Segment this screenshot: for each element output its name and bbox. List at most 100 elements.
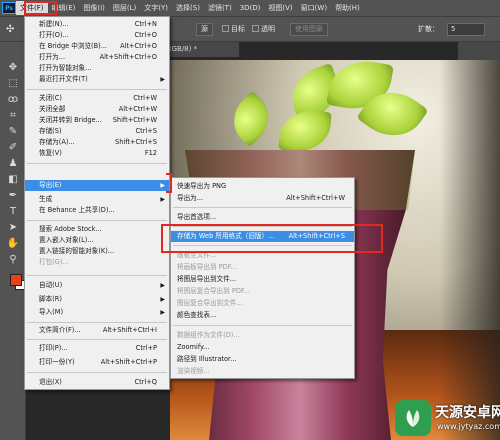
patch-tool-icon[interactable]: ✣ — [6, 23, 14, 36]
menu-item-scripts[interactable]: 脚本(R) ▶ — [25, 294, 169, 305]
document-tab[interactable]: (RGB/8) * — [160, 42, 240, 57]
submenu-arrow-icon: ▶ — [160, 196, 165, 203]
menu-item-close-go-bridge[interactable]: 关闭并转到 Bridge... Shift+Ctrl+W — [25, 115, 169, 126]
menu-item-layers-to-files[interactable]: 将图层导出到文件... — [171, 274, 354, 285]
photo-leaf — [278, 107, 332, 155]
watermark: 天源安卓网 www.jytyaz.com — [395, 398, 500, 440]
menu-filter[interactable]: 滤镜(T) — [204, 1, 236, 15]
submenu-arrow-icon: ▶ — [160, 182, 165, 189]
photo-shadow — [440, 60, 500, 440]
spread-label: 扩散： — [418, 25, 439, 33]
menu-item-open[interactable]: 打开(O)... Ctrl+O — [25, 30, 169, 41]
submenu-arrow-icon: ▶ — [160, 76, 165, 83]
menu-item-browse-bridge[interactable]: 在 Bridge 中浏览(B)... Alt+Ctrl+O — [25, 41, 169, 52]
menu-item-revert[interactable]: 恢复(V) F12 — [25, 148, 169, 159]
menu-item-save-as[interactable]: 存储为(A)... Shift+Ctrl+S — [25, 137, 169, 148]
menu-item-file-info[interactable]: 文件简介(F)... Alt+Shift+Ctrl+I — [25, 325, 169, 336]
submenu-arrow-icon: ▶ — [160, 282, 165, 289]
target-label: 目标 — [231, 25, 245, 33]
tab-bar-strip — [458, 42, 500, 60]
pen-tool-icon[interactable]: ✒ — [5, 188, 21, 202]
hand-tool-icon[interactable]: ✋ — [5, 236, 21, 250]
type-tool-icon[interactable]: T — [5, 204, 21, 218]
menu-item-place-linked[interactable]: 置入链接的智能对象(K)... — [25, 246, 169, 257]
transparent-option[interactable]: 透明 — [252, 23, 275, 36]
menu-item-search-stock[interactable]: 搜索 Adobe Stock... — [25, 224, 169, 235]
menu-item-save[interactable]: 存储(S) Ctrl+S — [25, 126, 169, 137]
transparent-checkbox[interactable] — [252, 25, 259, 32]
lasso-tool-icon[interactable]: ꝏ — [5, 92, 21, 106]
menu-item-print-one[interactable]: 打印一份(Y) Alt+Shift+Ctrl+P — [25, 357, 169, 368]
spread-select[interactable]: 5 — [447, 23, 485, 36]
menu-3d[interactable]: 3D(D) — [236, 1, 265, 15]
menu-help[interactable]: 帮助(H) — [331, 1, 364, 15]
menu-item-import[interactable]: 导入(M) ▶ — [25, 307, 169, 318]
menu-separator — [27, 163, 167, 164]
menu-item-open-smart-object[interactable]: 打开为智能对象... — [25, 63, 169, 74]
file-menu: 新建(N)... Ctrl+N 打开(O)... Ctrl+O 在 Bridge 中… — [24, 16, 170, 390]
file-menu-highlight-box — [24, 1, 57, 15]
source-button[interactable]: 源 — [196, 23, 213, 36]
menu-item-generate[interactable]: 生成 ▶ — [25, 194, 169, 205]
menu-item-share-behance[interactable]: 在 Behance 上共享(D)... — [25, 205, 169, 216]
menu-item-close[interactable]: 关闭(C) Ctrl+W — [25, 93, 169, 104]
menu-view[interactable]: 视图(V) — [264, 1, 296, 15]
watermark-title: 天源安卓网 — [435, 405, 500, 421]
export-highlight-box — [166, 173, 172, 193]
save-for-web-highlight-box — [161, 224, 383, 253]
menu-item-zoomify[interactable]: Zoomify... — [171, 342, 354, 353]
menu-item-automate[interactable]: 自动(U) ▶ — [25, 280, 169, 291]
brush-tool-icon[interactable]: ✐ — [5, 140, 21, 154]
transparent-label: 透明 — [261, 25, 275, 33]
menu-separator — [173, 207, 352, 208]
crop-tool-icon[interactable]: ⌗ — [5, 108, 21, 122]
export-submenu: 快速导出为 PNG 导出为... Alt+Shift+Ctrl+W 导出首选项..… — [170, 177, 355, 379]
menu-separator — [27, 322, 167, 323]
menu-item-layer-comps-to-pdf: 将图层复合导出到 PDF... — [177, 287, 250, 295]
target-radio[interactable] — [222, 25, 229, 32]
path-selection-tool-icon[interactable]: ➤ — [5, 220, 21, 234]
move-tool-icon[interactable]: ✥ — [5, 60, 21, 74]
menu-item-package: 打包(G)... — [39, 258, 69, 266]
stamp-tool-icon[interactable]: ♟ — [5, 156, 21, 170]
menu-item-recent[interactable]: 最近打开文件(T) ▶ — [25, 74, 169, 85]
photoshop-logo: Ps — [2, 2, 16, 14]
menu-item-paths-to-illustrator[interactable]: 路径到 Illustrator... — [171, 354, 354, 365]
marquee-tool-icon[interactable]: ⬚ — [5, 76, 21, 90]
foreground-color-swatch[interactable] — [10, 274, 22, 286]
menu-type[interactable]: 文字(Y) — [140, 1, 172, 15]
submenu-arrow-icon: ▶ — [160, 296, 165, 303]
menu-item-render-video: 渲染视频... — [177, 367, 210, 375]
watermark-logo-icon — [395, 400, 431, 436]
menu-separator — [27, 339, 167, 340]
menu-window[interactable]: 窗口(W) — [297, 1, 331, 15]
zoom-tool-icon[interactable]: ⚲ — [5, 252, 21, 266]
submenu-arrow-icon: ▶ — [160, 309, 165, 316]
menu-item-color-lookup[interactable]: 颜色查找表... — [171, 310, 354, 321]
menu-item-close-all[interactable]: 关闭全部 Alt+Ctrl+W — [25, 104, 169, 115]
menu-separator — [27, 220, 167, 221]
menu-image[interactable]: 图像(I) — [79, 1, 109, 15]
tools-panel: ✥ ⬚ ꝏ ⌗ ✎ ✐ ♟ ◧ ✒ T ➤ ✋ ⚲ — [0, 42, 26, 440]
menu-item-quick-export-png[interactable]: 快速导出为 PNG — [171, 181, 354, 192]
menu-item-export-as[interactable]: 导出为... Alt+Shift+Ctrl+W — [171, 193, 354, 204]
menu-item-open-as[interactable]: 打开为... Alt+Shift+Ctrl+O — [25, 52, 169, 63]
menu-select[interactable]: 选择(S) — [172, 1, 204, 15]
menu-item-exit[interactable]: 退出(X) Ctrl+Q — [25, 377, 169, 388]
menu-separator — [27, 275, 167, 276]
menu-item-new[interactable]: 新建(N)... Ctrl+N — [25, 19, 169, 30]
menu-layer[interactable]: 图层(L) — [109, 1, 140, 15]
menu-item-layer-comps-to-files: 图层复合导出到文件... — [177, 299, 243, 307]
photo-leaf — [222, 90, 280, 148]
target-option[interactable]: 目标 — [222, 23, 245, 36]
menu-item-export[interactable]: 导出(E) ▶ — [25, 180, 169, 191]
eyedropper-tool-icon[interactable]: ✎ — [5, 124, 21, 138]
menu-separator — [27, 89, 167, 90]
menu-item-data-sets-as-files: 数据组作为文件(D)... — [177, 331, 240, 339]
use-pattern-button[interactable]: 使用图案 — [290, 23, 328, 36]
menu-item-place-embedded[interactable]: 置入嵌入对象(L)... — [25, 235, 169, 246]
menu-item-print[interactable]: 打印(P)... Ctrl+P — [25, 343, 169, 354]
menu-item-export-preferences[interactable]: 导出首选项... — [171, 212, 354, 223]
menu-separator — [173, 325, 352, 326]
eraser-tool-icon[interactable]: ◧ — [5, 172, 21, 186]
